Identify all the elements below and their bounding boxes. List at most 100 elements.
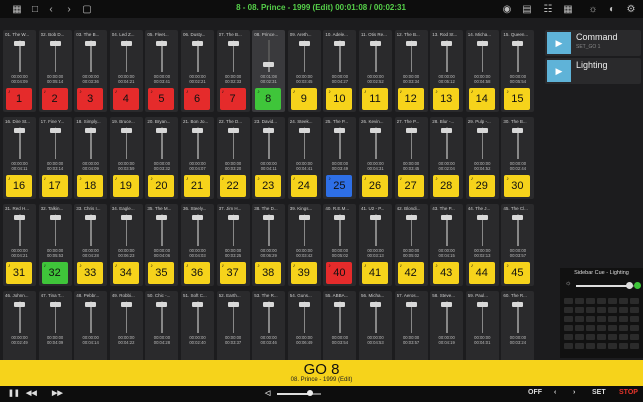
lighting-cell[interactable] <box>575 298 584 304</box>
lighting-cell[interactable] <box>597 343 606 349</box>
clip-volume-knob[interactable] <box>298 128 310 134</box>
clip-volume-knob[interactable] <box>334 128 346 134</box>
clip-pad-button[interactable]: ♪ 3 <box>77 88 104 110</box>
clip-pad-button[interactable]: ♪ 23 <box>255 175 282 197</box>
clip-cell[interactable]: 17. Fine Y... 00:00:00 00:03:14 ♪ 17 <box>38 117 72 199</box>
clip-volume-knob[interactable] <box>370 41 381 47</box>
back-icon[interactable]: ‹ <box>44 2 58 16</box>
lighting-cell[interactable] <box>608 334 617 340</box>
clip-cell[interactable]: 15. Queen... 00:00:00 00:05:54 ♪ 15 <box>501 30 535 112</box>
clip-pad-button[interactable]: ♪ 35 <box>148 262 175 284</box>
clip-volume-knob[interactable] <box>405 41 417 47</box>
clip-pad-button[interactable]: ♪ 17 <box>41 175 68 197</box>
clip-cell[interactable]: 11. Otis Re... 00:00:00 00:02:52 ♪ 11 <box>359 30 392 112</box>
clip-cell[interactable]: 40. R.E.M... 00:00:00 00:05:02 ♪ 40 <box>323 204 357 286</box>
clip-volume-knob[interactable] <box>298 302 310 308</box>
clip-volume-knob[interactable] <box>14 128 25 134</box>
clip-volume-knob[interactable] <box>156 215 168 221</box>
clip-pad-button[interactable]: ♪ 40 <box>326 262 353 284</box>
clip-pad-button[interactable]: ♪ 34 <box>112 262 139 284</box>
play-icon[interactable]: ▶ <box>547 60 571 82</box>
fast-forward-icon[interactable]: ▶▶ <box>52 389 63 397</box>
clip-pad-button[interactable]: ♪ 11 <box>362 88 388 110</box>
clip-volume-knob[interactable] <box>227 302 239 308</box>
new-file-icon[interactable]: □ <box>28 2 42 16</box>
clip-pad-button[interactable]: ♪ 26 <box>362 175 388 197</box>
lighting-cell[interactable] <box>619 307 628 313</box>
clip-pad-button[interactable]: ♪ 29 <box>468 175 495 197</box>
clip-pad-button[interactable]: ♪ 43 <box>433 262 460 284</box>
lighting-cell[interactable] <box>597 307 606 313</box>
lighting-cell[interactable] <box>575 316 584 322</box>
clip-volume-knob[interactable] <box>370 302 381 308</box>
sidebar-cue-command[interactable]: ▶ Command SET_GO 1 <box>545 30 641 56</box>
clip-cell[interactable]: 07. The B... 00:00:00 00:02:33 ♪ 7 <box>216 30 250 112</box>
clip-cell[interactable]: 02. Bob D... 00:00:00 00:05:14 ♪ 2 <box>38 30 72 112</box>
clip-volume-knob[interactable] <box>298 215 310 221</box>
clip-volume-knob[interactable] <box>476 302 488 308</box>
grid-icon[interactable]: ▦ <box>561 2 575 16</box>
lighting-cell[interactable] <box>619 334 628 340</box>
clip-pad-button[interactable]: ♪ 42 <box>397 262 424 284</box>
clip-cell[interactable]: 03. The B... 00:00:00 00:03:36 ♪ 3 <box>74 30 108 112</box>
clip-pad-button[interactable]: ♪ 36 <box>184 262 210 284</box>
trash-icon[interactable]: ▢ <box>80 2 94 16</box>
clip-volume-knob[interactable] <box>263 128 275 134</box>
lighting-cell[interactable] <box>597 316 606 322</box>
lighting-cell[interactable] <box>630 307 639 313</box>
clip-volume-knob[interactable] <box>263 62 275 67</box>
clip-cell[interactable]: 20. Bryan... 00:00:00 00:03:32 ♪ 20 <box>145 117 179 199</box>
lighting-cell[interactable] <box>630 334 639 340</box>
clip-volume-knob[interactable] <box>49 302 61 308</box>
clip-cell[interactable]: 08. Prince... 00:01:08 00:02:31 ♪ 8 <box>252 30 286 112</box>
clip-volume-knob[interactable] <box>192 128 203 134</box>
clip-volume-knob[interactable] <box>192 215 203 221</box>
clip-volume-knob[interactable] <box>334 41 346 47</box>
clip-pad-button[interactable]: ♪ 28 <box>433 175 460 197</box>
settings-icon[interactable]: ⚙ <box>624 2 638 16</box>
lighting-cell[interactable] <box>608 307 617 313</box>
forward-icon[interactable]: › <box>62 2 76 16</box>
clip-volume-knob[interactable] <box>476 41 488 47</box>
clip-pad-button[interactable]: ♪ 37 <box>219 262 246 284</box>
clip-cell[interactable]: 33. Chris I... 00:00:00 00:04:28 ♪ 33 <box>74 204 108 286</box>
go-button[interactable]: GO 8 08. Prince - 1999 (Edit) <box>0 360 643 386</box>
clip-cell[interactable]: 19. Bruce... 00:00:00 00:03:59 ♪ 19 <box>109 117 143 199</box>
lighting-cell[interactable] <box>575 307 584 313</box>
clip-pad-button[interactable]: ♪ 18 <box>77 175 104 197</box>
clip-cell[interactable]: 34. Eagle... 00:00:00 00:06:23 ♪ 34 <box>109 204 143 286</box>
clip-pad-button[interactable]: ♪ 14 <box>468 88 495 110</box>
clip-cell[interactable]: 18. Simply... 00:00:00 00:04:09 ♪ 18 <box>74 117 108 199</box>
next-icon[interactable]: › <box>573 389 575 396</box>
clip-cell[interactable]: 23. David... 00:00:00 00:04:11 ♪ 23 <box>252 117 286 199</box>
lighting-cell[interactable] <box>597 334 606 340</box>
clip-cell[interactable]: 01. The W... 00:00:00 00:04:09 ♪ 1 <box>3 30 36 112</box>
clip-volume-knob[interactable] <box>156 128 168 134</box>
clip-cell[interactable]: 30. The B... 00:00:00 00:02:44 ♪ 30 <box>501 117 535 199</box>
clip-volume-knob[interactable] <box>441 41 453 47</box>
clip-volume-knob[interactable] <box>405 215 417 221</box>
clip-pad-button[interactable]: ♪ 13 <box>433 88 460 110</box>
clip-volume-knob[interactable] <box>512 302 524 308</box>
rewind-icon[interactable]: ◀◀ <box>26 389 37 397</box>
clip-volume-knob[interactable] <box>441 215 453 221</box>
clip-volume-knob[interactable] <box>14 41 25 47</box>
clip-pad-button[interactable]: ♪ 5 <box>148 88 175 110</box>
lighting-slider-knob[interactable] <box>626 282 634 289</box>
pause-icon[interactable]: ❚❚ <box>8 389 20 397</box>
lighting-cell[interactable] <box>575 334 584 340</box>
clip-pad-button[interactable]: ♪ 9 <box>290 88 317 110</box>
clip-pad-button[interactable]: ♪ 41 <box>362 262 388 284</box>
clip-cell[interactable]: 06. Dusty... 00:00:00 00:02:21 ♪ 6 <box>181 30 214 112</box>
lighting-cell[interactable] <box>564 316 573 322</box>
clip-pad-button[interactable]: ♪ 6 <box>184 88 210 110</box>
lighting-cell[interactable] <box>564 343 573 349</box>
clip-pad-button[interactable]: ♪ 25 <box>326 175 353 197</box>
clip-pad-button[interactable]: ♪ 33 <box>77 262 104 284</box>
clip-volume-knob[interactable] <box>227 215 239 221</box>
lighting-slider[interactable] <box>576 285 634 287</box>
lighting-cell[interactable] <box>619 343 628 349</box>
clip-volume-knob[interactable] <box>298 41 310 47</box>
clip-pad-button[interactable]: ♪ 32 <box>41 262 68 284</box>
clip-cell[interactable]: 04. Led Z... 00:00:00 00:04:21 ♪ 4 <box>109 30 143 112</box>
